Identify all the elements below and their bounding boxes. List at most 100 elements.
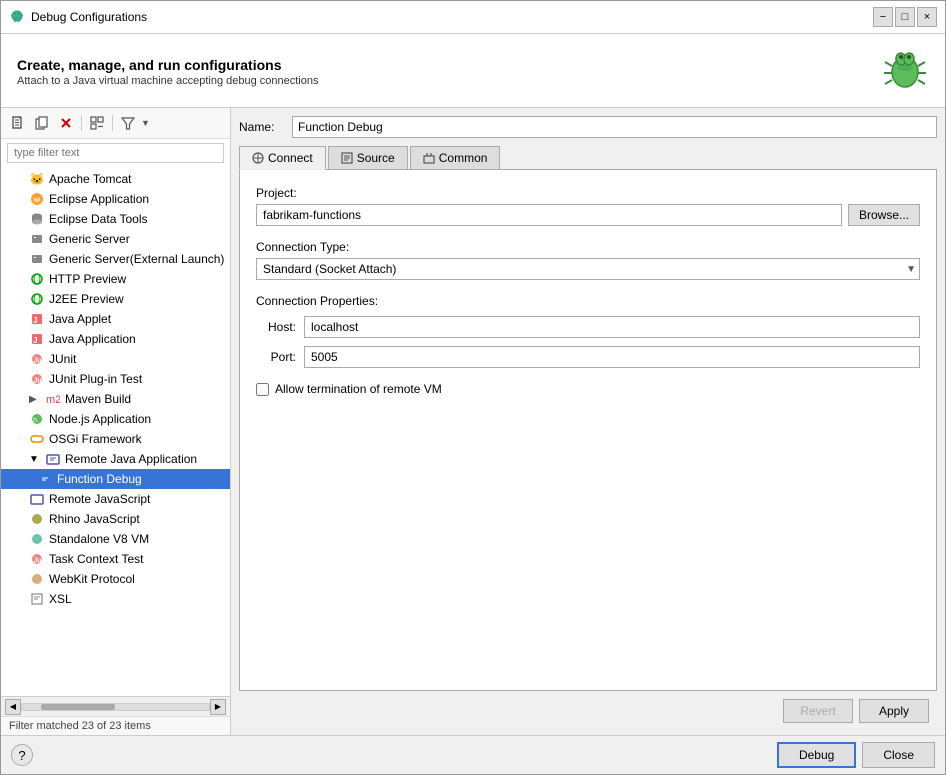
tree-item-label: Task Context Test bbox=[49, 552, 144, 566]
tree-scroll-bar[interactable]: ◀ ▶ bbox=[1, 696, 230, 716]
tree-item-nodejs[interactable]: n. Node.js Application bbox=[1, 409, 230, 429]
http-preview-icon bbox=[29, 271, 45, 287]
project-input-row: Browse... bbox=[256, 204, 920, 226]
tree-item-label: Remote Java Application bbox=[65, 452, 197, 466]
tree-item-osgi[interactable]: OSGi Framework bbox=[1, 429, 230, 449]
java-applet-icon: J bbox=[29, 311, 45, 327]
generic-server-ext-icon bbox=[29, 251, 45, 267]
header-section: Create, manage, and run configurations A… bbox=[1, 34, 945, 108]
allow-termination-label: Allow termination of remote VM bbox=[275, 382, 442, 396]
remote-expand-arrow: ▼ bbox=[29, 454, 41, 465]
tree-item-remote-javascript[interactable]: Remote JavaScript bbox=[1, 489, 230, 509]
tree-item-label: Generic Server(External Launch) bbox=[49, 252, 224, 266]
collapse-all-button[interactable] bbox=[86, 112, 108, 134]
tree-item-label: JUnit Plug-in Test bbox=[49, 372, 142, 386]
svg-text:J: J bbox=[33, 336, 37, 345]
connection-type-select[interactable]: Standard (Socket Attach) Standard (Socke… bbox=[256, 258, 920, 280]
help-button[interactable]: ? bbox=[11, 744, 33, 766]
name-row: Name: bbox=[239, 116, 937, 138]
maximize-button[interactable]: □ bbox=[895, 7, 915, 27]
host-input[interactable] bbox=[304, 316, 920, 338]
tree-item-webkit-protocol[interactable]: WebKit Protocol bbox=[1, 569, 230, 589]
new-config-button[interactable] bbox=[7, 112, 29, 134]
tree-item-java-applet[interactable]: J Java Applet bbox=[1, 309, 230, 329]
tree-item-j2ee-preview[interactable]: J2EE Preview bbox=[1, 289, 230, 309]
tree-item-task-context-test[interactable]: Ju Task Context Test bbox=[1, 549, 230, 569]
tree-item-rhino-javascript[interactable]: Rhino JavaScript bbox=[1, 509, 230, 529]
tree-item-remote-java-application[interactable]: ▼ Remote Java Application bbox=[1, 449, 230, 469]
connect-tab-icon bbox=[252, 152, 264, 164]
tree-item-standalone-v8[interactable]: Standalone V8 VM bbox=[1, 529, 230, 549]
osgi-icon bbox=[29, 431, 45, 447]
tree-item-eclipse-data-tools[interactable]: Eclipse Data Tools bbox=[1, 209, 230, 229]
apply-button[interactable]: Apply bbox=[859, 699, 929, 723]
filter-input[interactable] bbox=[7, 143, 224, 163]
tree-item-label: JUnit bbox=[49, 352, 76, 366]
dialog-icon bbox=[9, 9, 25, 25]
browse-button[interactable]: Browse... bbox=[848, 204, 920, 226]
header-icon bbox=[881, 46, 929, 97]
v8-icon bbox=[29, 531, 45, 547]
tree-item-label: Eclipse Data Tools bbox=[49, 212, 148, 226]
tree-toolbar: ▼ bbox=[1, 108, 230, 139]
tree-item-xsl[interactable]: XSL bbox=[1, 589, 230, 609]
tomcat-icon: 🐱 bbox=[29, 171, 45, 187]
tree-item-label: OSGi Framework bbox=[49, 432, 142, 446]
close-button[interactable]: Close bbox=[862, 742, 935, 768]
tree-item-junit-plugin[interactable]: Ju JUnit Plug-in Test bbox=[1, 369, 230, 389]
debug-button[interactable]: Debug bbox=[777, 742, 856, 768]
tree-item-apache-tomcat[interactable]: 🐱 Apache Tomcat bbox=[1, 169, 230, 189]
minimize-button[interactable]: − bbox=[873, 7, 893, 27]
debug-configurations-dialog: Debug Configurations − □ × Create, manag… bbox=[0, 0, 946, 775]
tab-source[interactable]: Source bbox=[328, 146, 408, 169]
connection-type-wrapper: Standard (Socket Attach) Standard (Socke… bbox=[256, 258, 920, 280]
svg-text:Ju: Ju bbox=[34, 558, 42, 565]
project-group: Project: Browse... bbox=[256, 186, 920, 226]
tree-item-label: J2EE Preview bbox=[49, 292, 124, 306]
scroll-right-button[interactable]: ▶ bbox=[210, 699, 226, 715]
right-panel: Name: Connect bbox=[231, 108, 945, 735]
tree-item-java-application[interactable]: J Java Application bbox=[1, 329, 230, 349]
source-tab-icon bbox=[341, 152, 353, 164]
tabs-bar: Connect Source bbox=[239, 146, 937, 170]
filter-button[interactable] bbox=[117, 112, 139, 134]
tree-item-maven-build[interactable]: ▶ m2 Maven Build bbox=[1, 389, 230, 409]
project-input[interactable] bbox=[256, 204, 842, 226]
name-input[interactable] bbox=[292, 116, 937, 138]
tree-item-generic-server-external[interactable]: Generic Server(External Launch) bbox=[1, 249, 230, 269]
tree-item-function-debug[interactable]: Function Debug bbox=[1, 469, 230, 489]
tree-item-http-preview[interactable]: HTTP Preview bbox=[1, 269, 230, 289]
port-input[interactable] bbox=[304, 346, 920, 368]
maven-expand-arrow: ▶ bbox=[29, 394, 41, 405]
delete-config-button[interactable] bbox=[55, 112, 77, 134]
scroll-left-button[interactable]: ◀ bbox=[5, 699, 21, 715]
window-controls: − □ × bbox=[873, 7, 937, 27]
tree-item-label: Java Applet bbox=[49, 312, 111, 326]
tab-common[interactable]: Common bbox=[410, 146, 501, 169]
tree-item-label: XSL bbox=[49, 592, 72, 606]
svg-text:Ju: Ju bbox=[34, 378, 42, 385]
duplicate-config-button[interactable] bbox=[31, 112, 53, 134]
tree-item-junit[interactable]: Ju JUnit bbox=[1, 349, 230, 369]
tree-item-label: Maven Build bbox=[65, 392, 131, 406]
revert-button[interactable]: Revert bbox=[783, 699, 853, 723]
webkit-icon bbox=[29, 571, 45, 587]
toolbar-separator-2 bbox=[112, 115, 113, 131]
tree-item-label: Standalone V8 VM bbox=[49, 532, 149, 546]
tab-connect[interactable]: Connect bbox=[239, 146, 326, 170]
common-tab-icon bbox=[423, 152, 435, 164]
filter-dropdown-arrow[interactable]: ▼ bbox=[141, 118, 150, 128]
tree-item-label: WebKit Protocol bbox=[49, 572, 135, 586]
junit-icon: Ju bbox=[29, 351, 45, 367]
host-label: Host: bbox=[256, 320, 296, 334]
remote-js-icon bbox=[29, 491, 45, 507]
tree-item-generic-server[interactable]: Generic Server bbox=[1, 229, 230, 249]
tree-item-eclipse-application[interactable]: Eclipse Application bbox=[1, 189, 230, 209]
tree-item-label: Remote JavaScript bbox=[49, 492, 150, 506]
close-window-button[interactable]: × bbox=[917, 7, 937, 27]
tab-connect-label: Connect bbox=[268, 151, 313, 165]
rhino-icon bbox=[29, 511, 45, 527]
host-row: Host: bbox=[256, 316, 920, 338]
scroll-track[interactable] bbox=[21, 703, 210, 711]
allow-termination-checkbox[interactable] bbox=[256, 383, 269, 396]
